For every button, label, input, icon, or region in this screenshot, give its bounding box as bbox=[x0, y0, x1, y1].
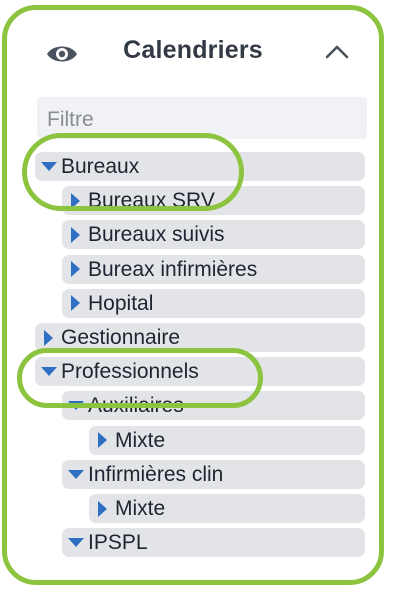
caret-down-icon[interactable] bbox=[62, 460, 88, 489]
tree-item-label: Bureaux SRV bbox=[88, 189, 215, 213]
tree-item-bureax-infirmi-res[interactable]: Bureax infirmières bbox=[62, 254, 365, 284]
tree-item-bureaux[interactable]: Bureaux bbox=[35, 152, 365, 181]
tree-item-label: Hopital bbox=[88, 291, 154, 315]
caret-right-icon[interactable] bbox=[62, 289, 88, 318]
caret-down-icon[interactable] bbox=[35, 152, 61, 181]
tree-item-label: Professionnels bbox=[61, 360, 199, 384]
tree-item-auxiliaires[interactable]: Auxiliaires bbox=[62, 391, 365, 421]
tree-item-mixte[interactable]: Mixte bbox=[89, 494, 365, 523]
tree-item-label: Mixte bbox=[115, 428, 166, 452]
caret-right-icon[interactable] bbox=[89, 494, 115, 523]
tree-item-label: Mixte bbox=[115, 497, 166, 520]
panel-title: Calendriers bbox=[123, 36, 263, 64]
tree-item-label: Bureaux suivis bbox=[88, 223, 225, 247]
tree-item-gestionnaire[interactable]: Gestionnaire bbox=[35, 323, 365, 352]
tree-item-label: Gestionnaire bbox=[61, 326, 181, 349]
chevron-up-icon[interactable] bbox=[323, 40, 351, 64]
tree-item-label: Infirmières clin bbox=[88, 462, 224, 486]
caret-right-icon[interactable] bbox=[35, 323, 61, 352]
tree-item-infirmi-res-clin[interactable]: Infirmières clin bbox=[62, 459, 365, 489]
caret-right-icon[interactable] bbox=[89, 426, 115, 455]
tree-item-label: Bureax infirmières bbox=[88, 257, 258, 281]
tree-item-bureaux-srv[interactable]: Bureaux SRV bbox=[62, 186, 365, 216]
tree-item-label: Auxiliaires bbox=[88, 394, 184, 418]
tree-item-label: IPSPL bbox=[88, 531, 148, 555]
caret-down-icon[interactable] bbox=[62, 391, 88, 420]
caret-right-icon[interactable] bbox=[62, 220, 88, 249]
caret-down-icon[interactable] bbox=[35, 357, 61, 386]
tree-item-hopital[interactable]: Hopital bbox=[62, 288, 365, 318]
caret-down-icon[interactable] bbox=[62, 528, 88, 557]
calendars-panel: Calendriers Bureaux Bureaux SRV Bureaux su… bbox=[2, 5, 384, 585]
filter-input[interactable] bbox=[37, 97, 367, 139]
tree-item-mixte[interactable]: Mixte bbox=[89, 425, 365, 455]
tree-item-professionnels[interactable]: Professionnels bbox=[35, 357, 365, 387]
caret-right-icon[interactable] bbox=[62, 186, 88, 215]
eye-icon[interactable] bbox=[45, 40, 79, 68]
tree-item-label: Bureaux bbox=[61, 155, 140, 178]
tree-item-ipspl[interactable]: IPSPL bbox=[62, 528, 365, 558]
panel-header: Calendriers bbox=[7, 10, 379, 90]
caret-right-icon[interactable] bbox=[62, 255, 88, 284]
tree-item-bureaux-suivis[interactable]: Bureaux suivis bbox=[62, 220, 365, 250]
